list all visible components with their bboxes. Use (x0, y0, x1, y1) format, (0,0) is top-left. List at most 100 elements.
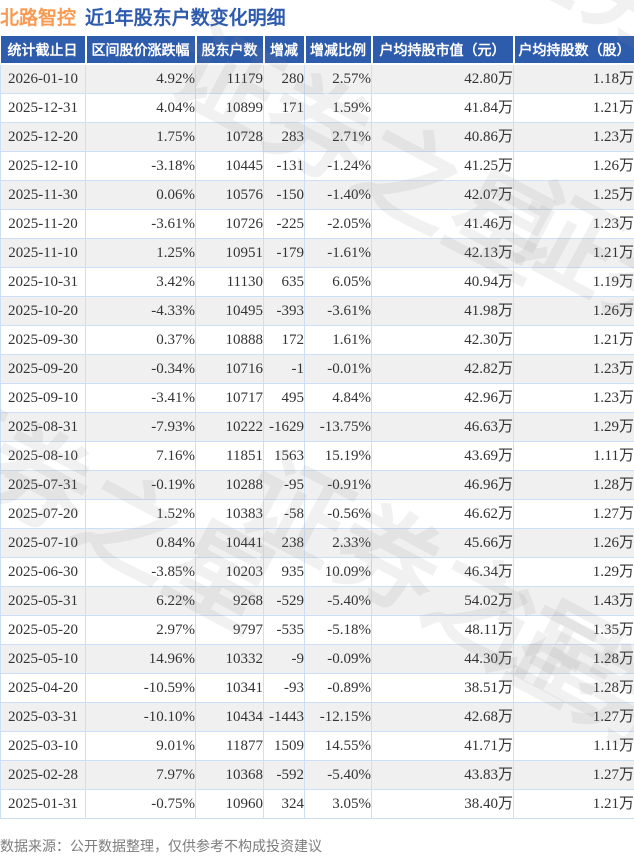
avg-market-value-cell: 41.98万 (372, 297, 514, 326)
date-cell: 2025-05-10 (1, 645, 86, 674)
change-ratio-cell: -5.40% (305, 587, 372, 616)
avg-shares-cell: 1.21万 (514, 790, 634, 819)
date-cell: 2025-06-30 (1, 558, 86, 587)
table-row: 2025-05-316.22%9268-529-5.40%54.02万1.43万 (1, 587, 634, 616)
change-cell: -393 (264, 297, 305, 326)
shareholder-detail-page: 北路智控近1年股东户数变化明细 统计截止日区间股价涨跌幅股东户数增减增减比例户均… (0, 0, 634, 854)
holder-count-cell: 10368 (196, 761, 264, 790)
change-cell: 283 (264, 123, 305, 152)
table-row: 2025-07-100.84%104412382.33%45.66万1.26万 (1, 529, 634, 558)
date-cell: 2026-01-10 (1, 64, 86, 94)
avg-shares-cell: 1.26万 (514, 152, 634, 181)
change-ratio-cell: -0.09% (305, 645, 372, 674)
avg-market-value-cell: 46.96万 (372, 471, 514, 500)
price-change-cell: 2.97% (86, 616, 196, 645)
change-cell: 172 (264, 326, 305, 355)
table-row: 2025-07-31-0.19%10288-95-0.91%46.96万1.28… (1, 471, 634, 500)
data-source-note: 数据来源：公开数据整理，仅供参考不构成投资建议 (0, 836, 322, 856)
price-change-cell: 1.75% (86, 123, 196, 152)
price-change-cell: 1.52% (86, 500, 196, 529)
holder-count-cell: 10576 (196, 181, 264, 210)
change-cell: -592 (264, 761, 305, 790)
change-ratio-cell: -2.05% (305, 210, 372, 239)
price-change-cell: -4.33% (86, 297, 196, 326)
change-cell: 635 (264, 268, 305, 297)
change-ratio-cell: 3.05% (305, 790, 372, 819)
table-row: 2025-11-300.06%10576-150-1.40%42.07万1.25… (1, 181, 634, 210)
avg-market-value-cell: 40.86万 (372, 123, 514, 152)
avg-shares-cell: 1.26万 (514, 297, 634, 326)
column-header-change-ratio-cell: 增减比例 (305, 36, 372, 64)
holder-count-cell: 10222 (196, 413, 264, 442)
change-ratio-cell: 2.71% (305, 123, 372, 152)
change-cell: -225 (264, 210, 305, 239)
price-change-cell: 0.06% (86, 181, 196, 210)
avg-market-value-cell: 46.63万 (372, 413, 514, 442)
column-header-avg-market-value-cell: 户均持股市值（元） (372, 36, 514, 64)
price-change-cell: 0.37% (86, 326, 196, 355)
price-change-cell: 3.42% (86, 268, 196, 297)
holder-count-cell: 10445 (196, 152, 264, 181)
holder-count-cell: 10951 (196, 239, 264, 268)
price-change-cell: -0.19% (86, 471, 196, 500)
price-change-cell: -3.18% (86, 152, 196, 181)
change-ratio-cell: 4.84% (305, 384, 372, 413)
holder-count-cell: 10728 (196, 123, 264, 152)
table-row: 2025-03-109.01%11877150914.55%41.71万1.11… (1, 732, 634, 761)
change-ratio-cell: 15.19% (305, 442, 372, 471)
holder-count-cell: 10899 (196, 94, 264, 123)
avg-shares-cell: 1.18万 (514, 64, 634, 94)
avg-shares-cell: 1.29万 (514, 413, 634, 442)
avg-shares-cell: 1.27万 (514, 500, 634, 529)
avg-market-value-cell: 40.94万 (372, 268, 514, 297)
table-row: 2025-09-300.37%108881721.61%42.30万1.21万 (1, 326, 634, 355)
change-ratio-cell: 1.59% (305, 94, 372, 123)
change-cell: -529 (264, 587, 305, 616)
avg-shares-cell: 1.23万 (514, 210, 634, 239)
change-cell: -535 (264, 616, 305, 645)
price-change-cell: 0.84% (86, 529, 196, 558)
date-cell: 2025-05-31 (1, 587, 86, 616)
avg-shares-cell: 1.26万 (514, 529, 634, 558)
change-ratio-cell: 14.55% (305, 732, 372, 761)
column-header-avg-shares-cell: 户均持股数（股） (514, 36, 634, 64)
date-cell: 2025-02-28 (1, 761, 86, 790)
change-cell: -1629 (264, 413, 305, 442)
price-change-cell: -10.59% (86, 674, 196, 703)
holder-count-cell: 9268 (196, 587, 264, 616)
table-row: 2025-12-314.04%108991711.59%41.84万1.21万 (1, 94, 634, 123)
holder-count-cell: 10888 (196, 326, 264, 355)
change-ratio-cell: -1.61% (305, 239, 372, 268)
change-cell: -95 (264, 471, 305, 500)
date-cell: 2025-11-10 (1, 239, 86, 268)
change-ratio-cell: 6.05% (305, 268, 372, 297)
change-cell: 280 (264, 64, 305, 94)
column-header-holder-count-cell: 股东户数 (196, 36, 264, 64)
change-ratio-cell: -0.91% (305, 471, 372, 500)
avg-shares-cell: 1.27万 (514, 761, 634, 790)
price-change-cell: 6.22% (86, 587, 196, 616)
avg-market-value-cell: 48.11万 (372, 616, 514, 645)
change-cell: 324 (264, 790, 305, 819)
title-text: 近1年股东户数变化明细 (85, 8, 286, 29)
avg-shares-cell: 1.29万 (514, 558, 634, 587)
avg-market-value-cell: 42.80万 (372, 64, 514, 94)
change-ratio-cell: 2.57% (305, 64, 372, 94)
date-cell: 2025-08-31 (1, 413, 86, 442)
table-row: 2025-12-10-3.18%10445-131-1.24%41.25万1.2… (1, 152, 634, 181)
avg-shares-cell: 1.27万 (514, 703, 634, 732)
change-ratio-cell: 2.33% (305, 529, 372, 558)
change-ratio-cell: -0.56% (305, 500, 372, 529)
avg-market-value-cell: 45.66万 (372, 529, 514, 558)
date-cell: 2025-12-10 (1, 152, 86, 181)
price-change-cell: -7.93% (86, 413, 196, 442)
change-ratio-cell: -3.61% (305, 297, 372, 326)
change-ratio-cell: -12.15% (305, 703, 372, 732)
holder-count-cell: 10203 (196, 558, 264, 587)
avg-market-value-cell: 41.84万 (372, 94, 514, 123)
table-row: 2025-03-31-10.10%10434-1443-12.15%42.68万… (1, 703, 634, 732)
date-cell: 2025-04-20 (1, 674, 86, 703)
holder-count-cell: 10332 (196, 645, 264, 674)
avg-shares-cell: 1.11万 (514, 732, 634, 761)
holder-count-cell: 10726 (196, 210, 264, 239)
